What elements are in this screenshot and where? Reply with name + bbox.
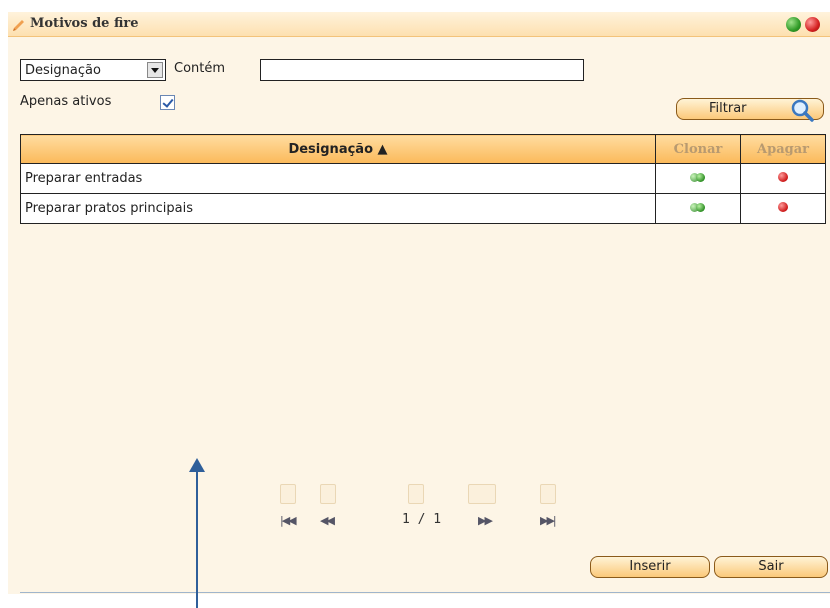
pagination: |◀◀ ◀◀ 1 / 1 ▶▶ ▶▶| — [278, 484, 558, 534]
clone-icon[interactable] — [689, 172, 707, 182]
active-only-checkbox[interactable] — [160, 95, 175, 110]
delete-cell — [740, 163, 826, 194]
row-designacao[interactable]: Preparar entradas — [20, 163, 656, 194]
table-row[interactable]: Preparar pratos principais — [20, 193, 826, 224]
first-page-icon[interactable]: |◀◀ — [280, 514, 297, 527]
search-icon — [791, 99, 814, 122]
delete-icon[interactable] — [778, 172, 788, 182]
window-title: Motivos de fire — [30, 16, 139, 31]
close-button[interactable] — [805, 17, 820, 32]
clone-cell — [655, 193, 741, 224]
minimize-button[interactable] — [786, 17, 801, 32]
column-header-clonar: Clonar — [655, 134, 741, 164]
first-page-doc-icon — [280, 484, 296, 504]
clone-icon[interactable] — [689, 202, 707, 212]
annotation-arrow-shaft — [196, 470, 198, 608]
row-designacao[interactable]: Preparar pratos principais — [20, 193, 656, 224]
delete-icon[interactable] — [778, 202, 788, 212]
insert-button[interactable]: Inserir — [590, 556, 710, 578]
clone-cell — [655, 163, 741, 194]
contains-input[interactable] — [260, 59, 584, 81]
next-page-icon[interactable]: ▶▶ — [478, 514, 493, 527]
active-only-label: Apenas ativos — [20, 94, 112, 109]
delete-cell — [740, 193, 826, 224]
next-page-doc-icon — [468, 484, 496, 504]
field-select[interactable]: Designação — [20, 59, 166, 81]
dialog-window: Motivos de fire Designação Contém Apenas… — [8, 12, 830, 594]
filter-button-label: Filtrar — [709, 101, 747, 116]
table-row[interactable]: Preparar entradas — [20, 163, 826, 194]
pencil-icon — [13, 20, 24, 31]
results-table: Designação ▲ Clonar Apagar Preparar entr… — [20, 134, 826, 224]
field-select-value: Designação — [25, 63, 101, 78]
prev-page-doc-icon — [320, 484, 336, 504]
column-header-designacao[interactable]: Designação ▲ — [20, 134, 656, 164]
exit-button[interactable]: Sair — [714, 556, 828, 578]
contains-label: Contém — [174, 61, 226, 76]
column-header-apagar: Apagar — [740, 134, 826, 164]
prev-page-icon[interactable]: ◀◀ — [320, 514, 335, 527]
last-page-icon[interactable]: ▶▶| — [540, 514, 557, 527]
page-counter: 1 / 1 — [402, 512, 442, 527]
current-page-doc-icon — [408, 484, 424, 504]
table-header-row: Designação ▲ Clonar Apagar — [20, 134, 826, 164]
annotation-arrow-icon — [189, 458, 205, 472]
chevron-down-icon[interactable] — [147, 62, 163, 78]
title-bar: Motivos de fire — [8, 12, 830, 37]
last-page-doc-icon — [540, 484, 556, 504]
filter-button[interactable]: Filtrar — [676, 98, 824, 122]
footer-divider — [20, 592, 830, 593]
